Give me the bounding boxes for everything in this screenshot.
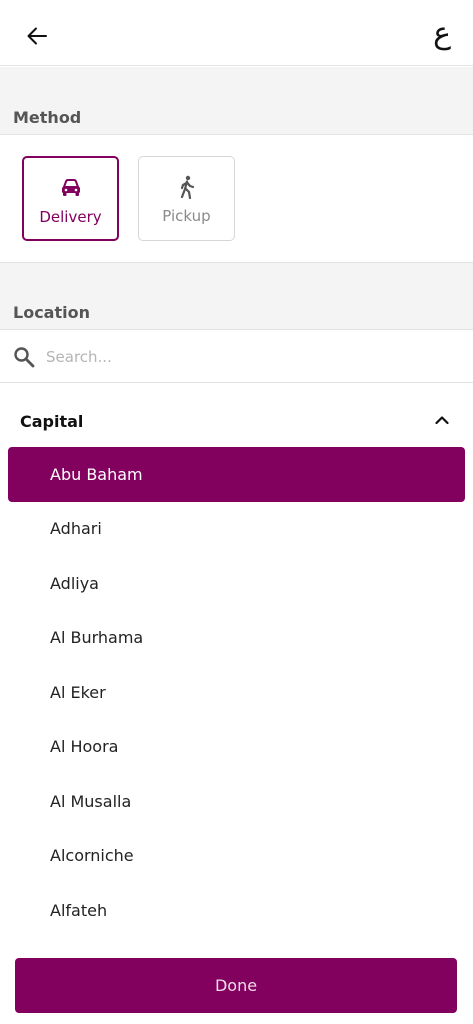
search-bar xyxy=(0,331,473,383)
car-icon xyxy=(60,176,82,200)
list-item[interactable]: Abu Baham xyxy=(8,447,465,502)
search-input[interactable] xyxy=(46,341,446,373)
list-item[interactable]: Al Hoora xyxy=(8,720,465,775)
pickup-option[interactable]: Pickup xyxy=(138,156,235,241)
arrow-left-icon xyxy=(27,27,47,45)
method-section-header: Method xyxy=(0,67,473,135)
done-button[interactable]: Done xyxy=(15,958,457,1013)
list-item[interactable]: Al Burhama xyxy=(8,611,465,666)
list-item[interactable]: Adhari xyxy=(8,502,465,557)
top-bar: ع xyxy=(0,0,473,66)
walking-person-icon xyxy=(178,175,196,199)
method-section-title: Method xyxy=(13,108,82,127)
list-item[interactable]: Al Musalla xyxy=(8,774,465,829)
group-title: Capital xyxy=(20,412,84,431)
language-toggle[interactable]: ع xyxy=(421,14,451,54)
delivery-option[interactable]: Delivery xyxy=(22,156,119,241)
area-list: Abu Baham Adhari Adliya Al Burhama Al Ek… xyxy=(0,447,473,938)
chevron-up-icon xyxy=(435,410,449,429)
list-item[interactable]: Al Eker xyxy=(8,665,465,720)
list-item[interactable]: Adliya xyxy=(8,556,465,611)
delivery-label: Delivery xyxy=(39,208,102,226)
search-icon xyxy=(13,346,35,372)
method-options: Delivery Pickup xyxy=(0,136,473,262)
group-header-capital[interactable]: Capital xyxy=(0,384,473,446)
location-list: Capital Abu Baham Adhari Adliya Al Burha… xyxy=(0,384,473,944)
pickup-label: Pickup xyxy=(162,207,211,225)
list-item[interactable]: Alcorniche xyxy=(8,829,465,884)
back-button[interactable] xyxy=(20,20,54,52)
list-item[interactable]: Alfateh xyxy=(8,883,465,938)
location-section-header: Location xyxy=(0,262,473,330)
location-section-title: Location xyxy=(13,303,90,322)
